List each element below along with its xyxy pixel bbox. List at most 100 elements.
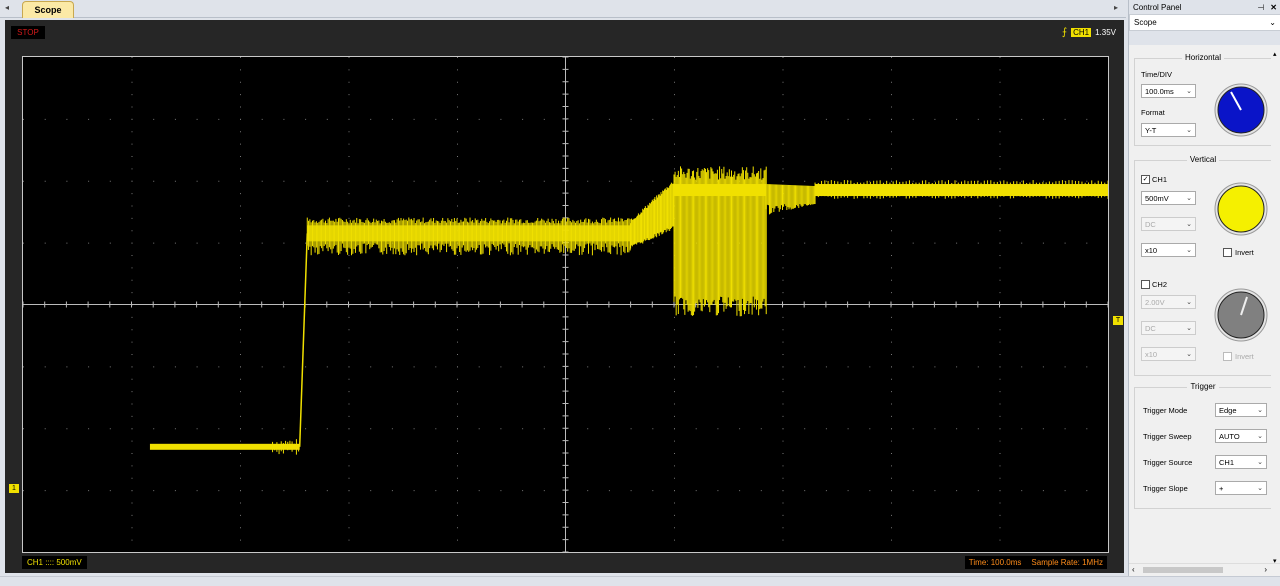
grid-dot bbox=[999, 378, 1001, 380]
grid-dot bbox=[891, 502, 892, 504]
grid-dot bbox=[717, 118, 719, 120]
scroll-left-icon[interactable]: ‹ bbox=[1132, 565, 1135, 574]
trigger-level-marker[interactable]: T bbox=[1113, 316, 1123, 325]
control-panel-vscroll[interactable]: ▴ ▾ bbox=[1271, 50, 1280, 565]
grid-dot bbox=[934, 428, 936, 430]
grid-dot bbox=[457, 354, 458, 355]
ch1-coupling-select: DC ⌄ bbox=[1141, 217, 1196, 231]
grid-dot bbox=[739, 118, 741, 120]
ch1-invert-checkbox[interactable] bbox=[1223, 248, 1232, 257]
trigger-row-select[interactable]: AUTO ⌄ bbox=[1215, 429, 1267, 443]
grid-dot bbox=[674, 106, 675, 108]
run-state-badge[interactable]: STOP bbox=[11, 26, 45, 39]
grid-dot bbox=[674, 477, 675, 479]
grid-dot bbox=[674, 465, 675, 467]
grid-dot bbox=[999, 391, 1001, 393]
grid-dot bbox=[891, 354, 892, 355]
grid-dot bbox=[825, 242, 827, 244]
panel-selector[interactable]: Scope ⌄ bbox=[1129, 14, 1280, 31]
grid-dot bbox=[1042, 242, 1044, 244]
close-icon[interactable]: ✕ bbox=[1270, 3, 1277, 12]
grid-dot bbox=[674, 428, 675, 430]
time-div-select[interactable]: 100.0ms ⌄ bbox=[1141, 84, 1196, 98]
grid-dot bbox=[457, 477, 458, 479]
ch1-checkbox[interactable]: ✓ bbox=[1141, 175, 1150, 184]
grid-dot bbox=[457, 205, 458, 207]
grid-dot bbox=[153, 242, 155, 244]
scroll-right-icon[interactable]: › bbox=[1264, 565, 1267, 574]
chevron-down-icon: ⌄ bbox=[1186, 299, 1192, 306]
grid-dot bbox=[782, 168, 784, 170]
grid-dot bbox=[435, 118, 437, 120]
trigger-row-select[interactable]: + ⌄ bbox=[1215, 481, 1267, 495]
timebase-knob[interactable] bbox=[1213, 82, 1269, 138]
grid-dot bbox=[891, 477, 892, 479]
ch1-volts-select[interactable]: 500mV ⌄ bbox=[1141, 191, 1196, 205]
tab-scroll-right-icon[interactable]: ▸ bbox=[1114, 3, 1118, 12]
trigger-row-select[interactable]: CH1 ⌄ bbox=[1215, 455, 1267, 469]
grid-dot bbox=[782, 131, 784, 133]
grid-dot bbox=[348, 477, 350, 479]
grid-dot bbox=[1021, 180, 1023, 182]
grid-dot bbox=[153, 428, 155, 430]
chevron-down-icon: ⌄ bbox=[1186, 247, 1192, 254]
grid-dot bbox=[348, 403, 350, 405]
ch2-checkbox[interactable] bbox=[1141, 280, 1150, 289]
grid-dot bbox=[88, 366, 90, 368]
rising-edge-icon: ⨍ bbox=[1061, 27, 1068, 38]
grid-dot bbox=[457, 106, 458, 108]
grid-dot bbox=[674, 329, 675, 331]
grid-dot bbox=[891, 255, 892, 256]
grid-dot bbox=[891, 490, 892, 492]
grid-dot bbox=[457, 81, 458, 83]
scroll-up-icon[interactable]: ▴ bbox=[1273, 50, 1277, 58]
grid-dot bbox=[999, 292, 1001, 294]
hscroll-thumb[interactable] bbox=[1143, 567, 1223, 573]
grid-dot bbox=[804, 242, 806, 244]
grid-dot bbox=[240, 118, 241, 120]
control-panel-hscroll[interactable]: ‹ › bbox=[1129, 563, 1280, 576]
tab-scope[interactable]: Scope bbox=[22, 1, 74, 18]
ch1-level-marker[interactable]: 1 bbox=[9, 484, 19, 493]
format-select[interactable]: Y-T ⌄ bbox=[1141, 123, 1196, 137]
grid-dot bbox=[457, 69, 458, 71]
grid-dot bbox=[131, 57, 133, 58]
chevron-down-icon: ⌄ bbox=[1257, 459, 1263, 466]
grid-dot bbox=[608, 180, 610, 182]
grid-dot bbox=[348, 57, 350, 58]
tab-scroll-left-icon[interactable]: ◂ bbox=[5, 3, 9, 12]
grid-dot bbox=[240, 391, 241, 393]
grid-dot bbox=[131, 440, 133, 442]
grid-dot bbox=[131, 527, 133, 529]
ch2-volts-knob[interactable] bbox=[1213, 287, 1269, 343]
ch2-probe-select: x10 ⌄ bbox=[1141, 347, 1196, 361]
grid-dot bbox=[457, 341, 458, 343]
grid-dot bbox=[391, 180, 393, 182]
pin-icon[interactable]: ⊣ bbox=[1257, 3, 1264, 12]
grid-dot bbox=[131, 415, 133, 417]
waveform-screen[interactable] bbox=[22, 56, 1109, 553]
ch2-label: CH2 bbox=[1152, 280, 1168, 289]
ch1-volts-knob[interactable] bbox=[1213, 181, 1269, 237]
trigger-row-select[interactable]: Edge ⌄ bbox=[1215, 403, 1267, 417]
grid-dot bbox=[587, 180, 589, 182]
grid-dot bbox=[500, 490, 502, 492]
grid-dot bbox=[131, 329, 133, 331]
ch1-probe-select[interactable]: x10 ⌄ bbox=[1141, 243, 1196, 257]
grid-dot bbox=[977, 242, 979, 244]
grid-dot bbox=[891, 391, 892, 393]
grid-dot bbox=[934, 242, 936, 244]
grid-dot bbox=[23, 366, 24, 368]
grid-dot bbox=[999, 490, 1001, 492]
grid-dot bbox=[717, 428, 719, 430]
grid-dot bbox=[674, 69, 675, 71]
grid-dot bbox=[891, 378, 892, 380]
grid-dot bbox=[999, 69, 1001, 71]
grid-dot bbox=[348, 180, 350, 182]
grid-dot bbox=[348, 255, 350, 256]
ch2-coupling-select: DC ⌄ bbox=[1141, 321, 1196, 335]
grid-dot bbox=[782, 527, 784, 529]
grid-dot bbox=[131, 378, 133, 380]
grid-dot bbox=[999, 168, 1001, 170]
grid-dot bbox=[478, 180, 480, 182]
